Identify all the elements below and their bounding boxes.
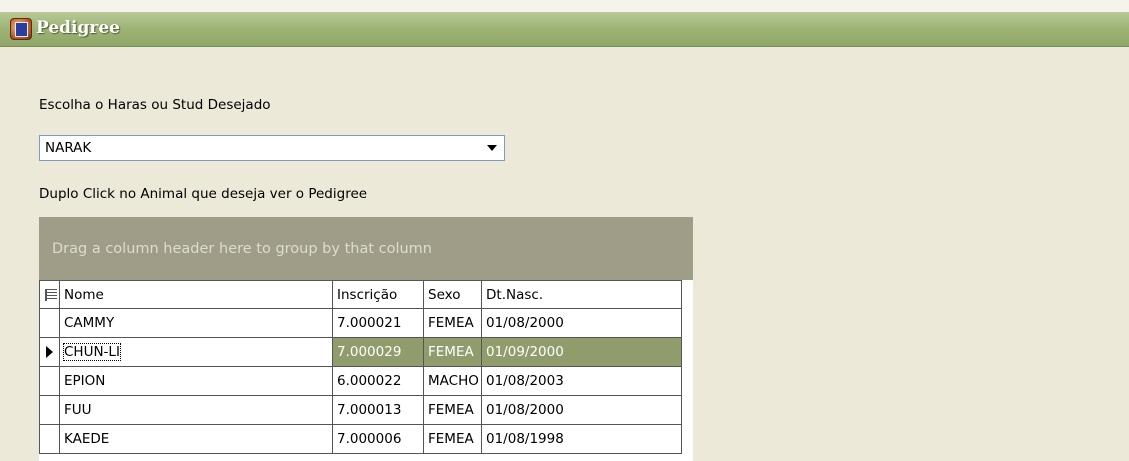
cell-sexo[interactable]: MACHO [424, 367, 482, 396]
group-by-hint: Drag a column header here to group by th… [52, 241, 432, 257]
animals-grid[interactable]: Drag a column header here to group by th… [39, 217, 693, 461]
cell-dtnasc[interactable]: 01/08/1998 [482, 425, 682, 454]
table-row[interactable]: FUU 7.000013 FEMEA 01/08/2000 [39, 396, 682, 425]
cell-inscricao[interactable]: 7.000006 [333, 425, 424, 454]
table-row[interactable]: EPION 6.000022 MACHO 01/08/2003 [39, 367, 682, 396]
cell-nome[interactable]: FUU [60, 396, 333, 425]
table-row[interactable]: CAMMY 7.000021 FEMEA 01/08/2000 [39, 309, 682, 338]
cell-nome[interactable]: EPION [60, 367, 333, 396]
cell-sexo[interactable]: FEMEA [424, 309, 482, 338]
cell-sexo[interactable]: FEMEA [424, 425, 482, 454]
title-bar-strip[interactable]: Pedigree [0, 12, 1129, 47]
column-header-dtnasc[interactable]: Dt.Nasc. [482, 280, 682, 309]
haras-select-value: NARAK [45, 140, 92, 156]
cell-dtnasc[interactable]: 01/08/2000 [482, 309, 682, 338]
cell-dtnasc[interactable]: 01/08/2000 [482, 396, 682, 425]
app-icon[interactable] [10, 18, 32, 40]
column-header-nome[interactable]: Nome [60, 280, 333, 309]
column-header-sexo[interactable]: Sexo [424, 280, 482, 309]
window-title: Pedigree [36, 18, 120, 38]
grid-header: Nome Inscrição Sexo Dt.Nasc. [39, 280, 682, 309]
cell-dtnasc[interactable]: 01/08/2003 [482, 367, 682, 396]
cell-sexo[interactable]: FEMEA [424, 338, 482, 367]
current-row-arrow-icon [46, 346, 53, 358]
cell-inscricao[interactable]: 7.000029 [333, 338, 424, 367]
grid-empty-area [682, 280, 693, 461]
column-chooser-button[interactable] [39, 280, 60, 309]
cell-inscricao[interactable]: 6.000022 [333, 367, 424, 396]
cell-dtnasc[interactable]: 01/09/2000 [482, 338, 682, 367]
haras-select[interactable]: NARAK [39, 135, 505, 161]
title-bar: Pedigree [0, 0, 1129, 47]
group-by-panel[interactable]: Drag a column header here to group by th… [39, 217, 693, 280]
row-indicator[interactable] [39, 309, 60, 338]
instruction-label: Duplo Click no Animal que deseja ver o P… [39, 186, 368, 202]
cell-nome-text: CHUN-LI [63, 343, 121, 361]
table-row[interactable]: KAEDE 7.000006 FEMEA 01/08/1998 [39, 425, 682, 454]
column-header-inscricao[interactable]: Inscrição [333, 280, 424, 309]
cell-nome[interactable]: CAMMY [60, 309, 333, 338]
cell-sexo[interactable]: FEMEA [424, 396, 482, 425]
cell-nome[interactable]: KAEDE [60, 425, 333, 454]
row-indicator[interactable] [39, 338, 60, 367]
row-indicator[interactable] [39, 425, 60, 454]
cell-nome[interactable]: CHUN-LI [60, 338, 333, 367]
row-indicator[interactable] [39, 396, 60, 425]
cell-inscricao[interactable]: 7.000021 [333, 309, 424, 338]
row-indicator[interactable] [39, 367, 60, 396]
haras-label: Escolha o Haras ou Stud Desejado [39, 97, 271, 113]
column-chooser-icon [45, 289, 57, 301]
table-row-selected[interactable]: CHUN-LI 7.000029 FEMEA 01/09/2000 [39, 338, 682, 367]
dropdown-arrow-icon[interactable] [481, 137, 503, 159]
cell-inscricao[interactable]: 7.000013 [333, 396, 424, 425]
